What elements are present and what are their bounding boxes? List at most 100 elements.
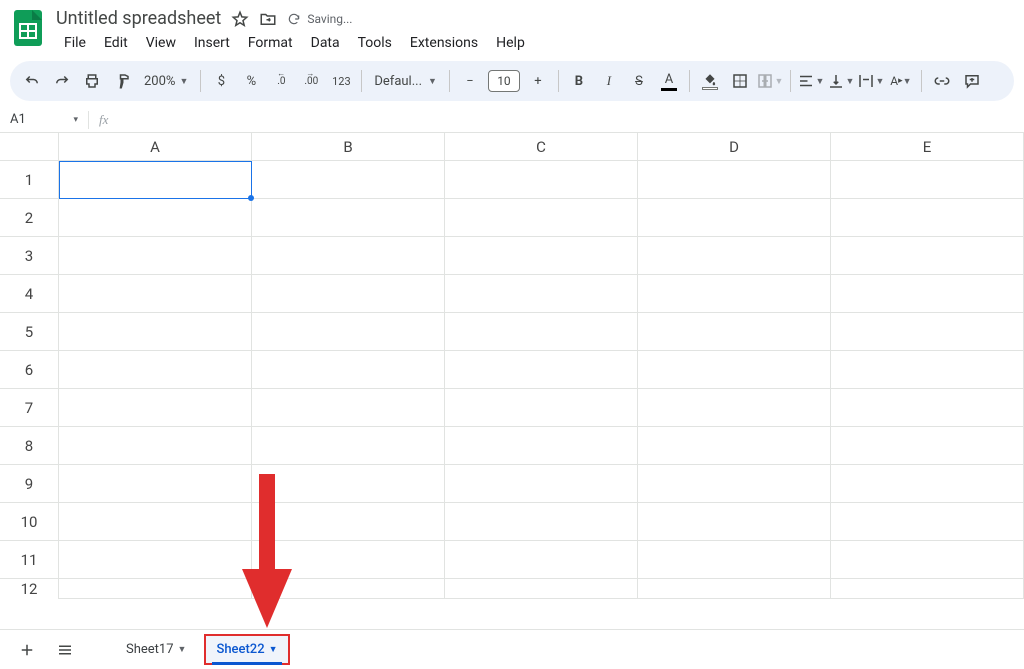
row-header[interactable]: 11 [0,541,58,579]
col-header-a[interactable]: A [59,133,252,160]
menu-view[interactable]: View [138,31,184,55]
cell[interactable] [445,427,638,465]
print-button[interactable] [78,67,106,95]
cell[interactable] [59,465,252,503]
cell[interactable] [638,503,831,541]
cell[interactable] [445,541,638,579]
text-color-button[interactable]: A [655,67,683,95]
undo-button[interactable] [18,67,46,95]
text-wrap-button[interactable]: ▼ [857,67,885,95]
cell[interactable] [445,199,638,237]
cell[interactable] [638,313,831,351]
row-header[interactable]: 9 [0,465,58,503]
cell[interactable] [59,237,252,275]
star-icon[interactable] [231,10,249,28]
cell[interactable] [59,199,252,237]
cell[interactable] [445,465,638,503]
menu-insert[interactable]: Insert [186,31,238,55]
select-all-corner[interactable] [0,133,59,161]
cell[interactable] [252,161,445,199]
bold-button[interactable]: B [565,67,593,95]
font-select[interactable]: Defaul...▼ [368,67,443,95]
cell[interactable] [831,313,1024,351]
row-header[interactable]: 6 [0,351,58,389]
col-header-e[interactable]: E [831,133,1024,160]
menu-extensions[interactable]: Extensions [402,31,486,55]
fill-color-button[interactable] [696,67,724,95]
sheet-tab-sheet22[interactable]: Sheet22 ▼ [204,634,289,665]
cell[interactable] [252,465,445,503]
decrease-font-button[interactable]: − [456,67,484,95]
sheets-logo[interactable] [8,8,48,48]
cell[interactable] [638,427,831,465]
cell[interactable] [59,389,252,427]
cell[interactable] [445,313,638,351]
row-header[interactable]: 4 [0,275,58,313]
font-size-input[interactable]: 10 [488,70,520,92]
text-rotate-button[interactable]: A▸▼ [887,67,915,95]
currency-button[interactable]: $ [207,67,235,95]
cell[interactable] [831,275,1024,313]
cell[interactable] [831,427,1024,465]
cell[interactable] [252,351,445,389]
borders-button[interactable] [726,67,754,95]
cell[interactable] [59,579,252,599]
cell[interactable] [59,351,252,389]
cell[interactable] [252,389,445,427]
horizontal-align-button[interactable]: ▼ [797,67,825,95]
zoom-select[interactable]: 200%▼ [138,67,194,95]
row-header[interactable]: 2 [0,199,58,237]
menu-edit[interactable]: Edit [96,31,136,55]
all-sheets-button[interactable] [50,635,80,665]
sheet-tab-sheet17[interactable]: Sheet17 ▼ [116,636,196,663]
row-header[interactable]: 12 [0,579,58,599]
cell[interactable] [252,503,445,541]
cell[interactable] [638,351,831,389]
cell[interactable] [445,275,638,313]
row-header[interactable]: 5 [0,313,58,351]
paint-format-button[interactable] [108,67,136,95]
cell[interactable] [445,237,638,275]
italic-button[interactable]: I [595,67,623,95]
cell[interactable] [252,199,445,237]
link-button[interactable] [928,67,956,95]
cell[interactable] [252,541,445,579]
cell[interactable] [59,427,252,465]
increase-font-button[interactable]: + [524,67,552,95]
cell[interactable] [638,541,831,579]
cell[interactable] [638,389,831,427]
cell[interactable] [59,275,252,313]
cell[interactable] [638,579,831,599]
name-box[interactable]: A1 ▾ [0,112,88,127]
menu-format[interactable]: Format [240,31,301,55]
move-folder-icon[interactable] [259,10,277,28]
cell[interactable] [445,503,638,541]
cell[interactable] [831,503,1024,541]
cell[interactable] [252,313,445,351]
cell[interactable] [638,161,831,199]
row-header[interactable]: 3 [0,237,58,275]
cell[interactable] [831,351,1024,389]
col-header-d[interactable]: D [638,133,831,160]
number-format-button[interactable]: 123 [327,67,355,95]
menu-tools[interactable]: Tools [350,31,400,55]
cell[interactable] [252,579,445,599]
cell[interactable] [638,465,831,503]
percent-button[interactable]: % [237,67,265,95]
cell[interactable] [831,465,1024,503]
cell[interactable] [252,275,445,313]
cell[interactable] [59,541,252,579]
menu-data[interactable]: Data [303,31,348,55]
cell[interactable] [445,351,638,389]
cell[interactable] [831,237,1024,275]
cell[interactable] [831,161,1024,199]
cell[interactable] [831,579,1024,599]
cell[interactable] [638,237,831,275]
cell[interactable] [831,389,1024,427]
strikethrough-button[interactable]: S [625,67,653,95]
row-header[interactable]: 10 [0,503,58,541]
col-header-c[interactable]: C [445,133,638,160]
comment-button[interactable] [958,67,986,95]
cell[interactable] [59,503,252,541]
cell[interactable] [445,389,638,427]
